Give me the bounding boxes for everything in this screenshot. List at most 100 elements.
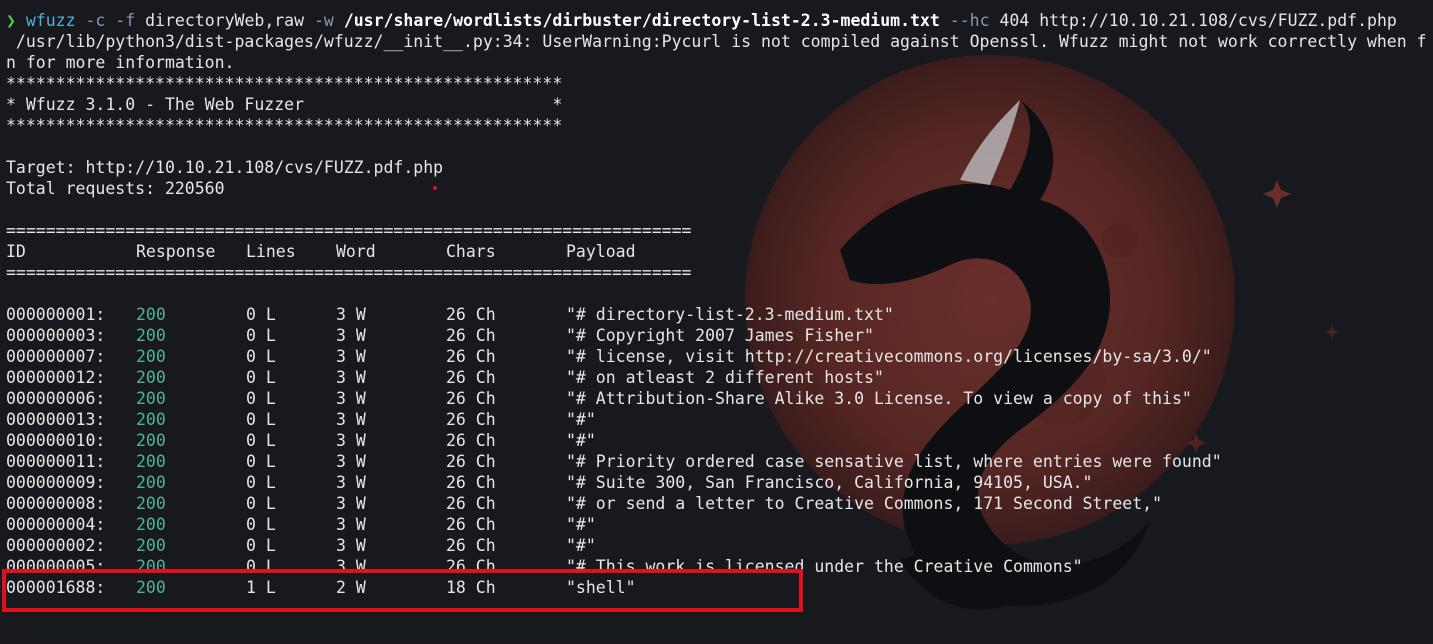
- banner-title: * Wfuzz 3.1.0 - The Web Fuzzer *: [6, 95, 563, 114]
- table-row: 000000010: 200 0 L 3 W 26 Ch "#": [6, 430, 1433, 451]
- row-payload: "# Priority ordered case sensative list,…: [566, 452, 1222, 471]
- flag-hc: --hc: [949, 11, 990, 30]
- header-lines: Lines: [246, 242, 296, 261]
- row-payload: "#": [566, 431, 596, 450]
- table-separator-top: ========================================…: [6, 221, 692, 240]
- target-url: http://10.10.21.108/cvs/FUZZ.pdf.php: [1039, 11, 1397, 30]
- row-chars: 26 Ch: [446, 368, 496, 387]
- header-word: Word: [336, 242, 376, 261]
- table-row: 000000001: 200 0 L 3 W 26 Ch "# directory-lis…: [6, 304, 1433, 325]
- row-response: 200: [136, 305, 166, 324]
- row-payload: "#": [566, 515, 596, 534]
- row-response: 200: [136, 452, 166, 471]
- row-word: 3 W: [336, 305, 366, 324]
- row-id: 000000011:: [6, 452, 106, 471]
- header-id: ID: [6, 242, 26, 261]
- row-word: 3 W: [336, 536, 366, 555]
- row-id: 000000009:: [6, 473, 106, 492]
- target-line: Target: http://10.10.21.108/cvs/FUZZ.pdf…: [6, 158, 444, 177]
- row-chars: 26 Ch: [446, 410, 496, 429]
- terminal-window[interactable]: ❯ wfuzz -c -f directoryWeb,raw -w /usr/s…: [0, 0, 1433, 644]
- row-id: 000000007:: [6, 347, 106, 366]
- table-separator-bottom: ========================================…: [6, 263, 692, 282]
- table-row: 000000003: 200 0 L 3 W 26 Ch "# Copyright 200…: [6, 325, 1433, 346]
- terminal-output: ❯ wfuzz -c -f directoryWeb,raw -w /usr/s…: [6, 10, 1433, 598]
- table-row: 000000002: 200 0 L 3 W 26 Ch "#": [6, 535, 1433, 556]
- warning-line-2: n for more information.: [6, 53, 235, 72]
- row-response: 200: [136, 494, 166, 513]
- output-arg: directoryWeb,raw: [145, 11, 305, 30]
- table-header-row: ID Response Lines Word Chars Payload: [6, 241, 1433, 262]
- row-word: 3 W: [336, 515, 366, 534]
- table-row: 000000006: 200 0 L 3 W 26 Ch "# Attribution-S…: [6, 388, 1433, 409]
- row-response: 200: [136, 326, 166, 345]
- row-word: 3 W: [336, 473, 366, 492]
- row-response: 200: [136, 368, 166, 387]
- row-chars: 26 Ch: [446, 326, 496, 345]
- row-lines: 0 L: [246, 305, 276, 324]
- row-payload: "# license, visit http://creativecommons…: [566, 347, 1212, 366]
- row-lines: 0 L: [246, 410, 276, 429]
- row-id: 000000008:: [6, 494, 106, 513]
- row-payload: "# Suite 300, San Francisco, California,…: [566, 473, 1093, 492]
- warning-line-1: /usr/lib/python3/dist-packages/wfuzz/__i…: [6, 32, 1427, 51]
- row-response: 200: [136, 431, 166, 450]
- row-word: 3 W: [336, 389, 366, 408]
- table-row: 000000008: 200 0 L 3 W 26 Ch "# or send a let…: [6, 493, 1433, 514]
- row-payload: "# directory-list-2.3-medium.txt": [566, 305, 894, 324]
- flag-w: -w: [314, 11, 334, 30]
- flag-c: -c: [85, 11, 106, 30]
- row-lines: 0 L: [246, 452, 276, 471]
- table-row: 000000011: 200 0 L 3 W 26 Ch "# Priority orde…: [6, 451, 1433, 472]
- table-row: 000000004: 200 0 L 3 W 26 Ch "#": [6, 514, 1433, 535]
- header-chars: Chars: [446, 242, 496, 261]
- row-lines: 0 L: [246, 536, 276, 555]
- row-chars: 26 Ch: [446, 515, 496, 534]
- row-payload: "#": [566, 410, 596, 429]
- cursor-dot: [433, 186, 437, 190]
- row-word: 3 W: [336, 368, 366, 387]
- row-chars: 26 Ch: [446, 473, 496, 492]
- highlight-annotation-box: [2, 569, 803, 612]
- row-word: 3 W: [336, 452, 366, 471]
- row-lines: 0 L: [246, 389, 276, 408]
- results-table: 000000001: 200 0 L 3 W 26 Ch "# directory-lis…: [6, 304, 1433, 598]
- row-response: 200: [136, 347, 166, 366]
- row-word: 3 W: [336, 410, 366, 429]
- header-response: Response: [136, 242, 216, 261]
- row-chars: 26 Ch: [446, 389, 496, 408]
- command-program: wfuzz: [25, 11, 76, 30]
- row-chars: 26 Ch: [446, 305, 496, 324]
- flag-f: -f: [115, 11, 136, 30]
- row-word: 3 W: [336, 431, 366, 450]
- row-payload: "# or send a letter to Creative Commons,…: [566, 494, 1163, 513]
- row-lines: 0 L: [246, 494, 276, 513]
- row-response: 200: [136, 473, 166, 492]
- row-id: 000000010:: [6, 431, 106, 450]
- row-payload: "# on atleast 2 different hosts": [566, 368, 884, 387]
- row-response: 200: [136, 515, 166, 534]
- row-word: 3 W: [336, 347, 366, 366]
- table-row: 000000009: 200 0 L 3 W 26 Ch "# Suite 300, Sa…: [6, 472, 1433, 493]
- command-line: ❯ wfuzz -c -f directoryWeb,raw -w /usr/s…: [6, 10, 1433, 31]
- row-id: 000000006:: [6, 389, 106, 408]
- table-row: 000000012: 200 0 L 3 W 26 Ch "# on atleast 2 …: [6, 367, 1433, 388]
- row-id: 000000001:: [6, 305, 106, 324]
- row-chars: 26 Ch: [446, 494, 496, 513]
- row-chars: 26 Ch: [446, 536, 496, 555]
- table-row: 000000013: 200 0 L 3 W 26 Ch "#": [6, 409, 1433, 430]
- row-word: 3 W: [336, 326, 366, 345]
- row-payload: "#": [566, 536, 596, 555]
- header-payload: Payload: [566, 242, 636, 261]
- total-requests-line: Total requests: 220560: [6, 179, 225, 198]
- banner-bottom: ****************************************…: [6, 116, 563, 135]
- row-chars: 26 Ch: [446, 347, 496, 366]
- row-id: 000000003:: [6, 326, 106, 345]
- row-response: 200: [136, 536, 166, 555]
- row-word: 3 W: [336, 494, 366, 513]
- row-lines: 0 L: [246, 515, 276, 534]
- table-row: 000000007: 200 0 L 3 W 26 Ch "# license, visi…: [6, 346, 1433, 367]
